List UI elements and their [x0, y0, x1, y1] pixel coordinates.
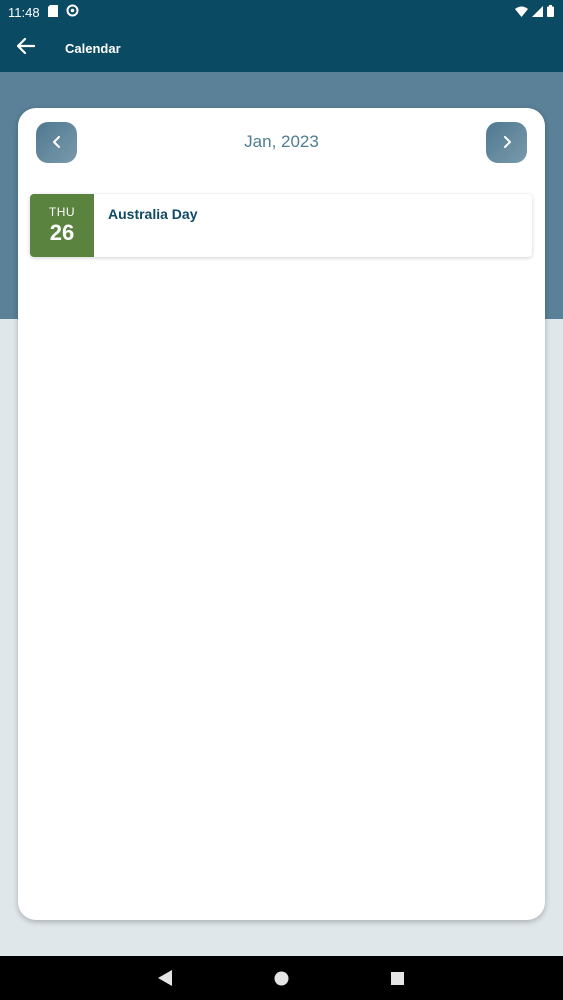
event-day-number: 26 [49, 220, 75, 245]
wifi-icon [515, 5, 528, 20]
arrow-left-icon [16, 37, 36, 59]
event-date-block: THU 26 [30, 194, 94, 257]
battery-icon [547, 4, 554, 20]
sd-card-icon [47, 4, 58, 20]
chevron-right-icon [503, 132, 511, 153]
next-month-button[interactable] [486, 122, 527, 163]
event-title: Australia Day [108, 206, 198, 222]
system-nav-bar [0, 956, 563, 1000]
event-item[interactable]: THU 26 Australia Day [30, 194, 532, 257]
page-title: Calendar [65, 40, 121, 56]
calendar-card: Jan, 2023 THU 26 Australia Day [18, 108, 545, 920]
app-bar: Calendar [0, 24, 563, 72]
status-time: 11:48 [8, 4, 40, 20]
month-label: Jan, 2023 [244, 132, 319, 151]
signal-icon [532, 5, 543, 20]
event-day-of-week: THU [48, 205, 76, 219]
home-circle-icon[interactable] [271, 968, 291, 988]
recents-square-icon[interactable] [387, 968, 407, 988]
back-triangle-icon[interactable] [155, 968, 175, 988]
sync-icon [66, 4, 79, 20]
status-bar: 11:48 [0, 0, 563, 24]
back-button[interactable] [0, 24, 52, 72]
